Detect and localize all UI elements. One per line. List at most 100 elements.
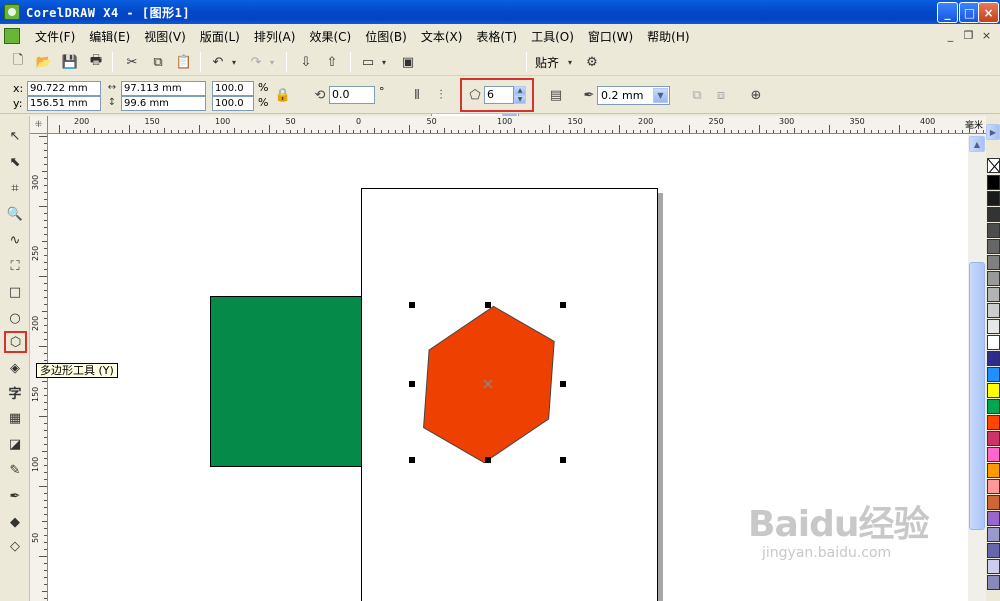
outline-width-combo[interactable]: 0.2 mm ▼ — [597, 86, 670, 105]
blend-tool-icon[interactable]: ◪ — [5, 434, 25, 454]
doc-minimize-button[interactable]: _ — [942, 27, 959, 43]
undo-dropdown-icon[interactable]: ▾ — [228, 52, 240, 72]
launcher-dropdown-icon[interactable]: ▾ — [378, 52, 390, 72]
welcome-screen-icon[interactable]: ▣ — [398, 52, 418, 72]
color-swatch[interactable] — [987, 255, 1000, 270]
outline-tool-icon[interactable]: ✒ — [5, 486, 25, 506]
selected-hexagon[interactable] — [403, 299, 573, 469]
menu-bitmaps[interactable]: 位图(B) — [358, 28, 414, 45]
color-swatch[interactable] — [987, 319, 1000, 334]
to-back-icon[interactable]: ⧈ — [712, 86, 730, 104]
cut-icon[interactable]: ✂ — [122, 52, 142, 72]
ellipse-tool-icon[interactable]: ○ — [5, 308, 25, 328]
scroll-thumb[interactable] — [969, 262, 985, 530]
menu-effects[interactable]: 效果(C) — [302, 28, 358, 45]
green-rectangle[interactable] — [210, 296, 362, 467]
color-swatch[interactable] — [987, 431, 1000, 446]
table-tool-icon[interactable]: ▦ — [5, 408, 25, 428]
ruler-origin-icon[interactable]: ⁜ — [30, 116, 48, 134]
menu-tools[interactable]: 工具(O) — [524, 28, 581, 45]
shape-tool-icon[interactable]: ⬉ — [5, 152, 25, 172]
menu-text[interactable]: 文本(X) — [414, 28, 470, 45]
color-swatch[interactable] — [987, 447, 1000, 462]
color-swatch[interactable] — [987, 559, 1000, 574]
color-swatch[interactable] — [987, 383, 1000, 398]
minimize-button[interactable]: _ — [937, 2, 958, 23]
new-icon[interactable]: 🗋 — [8, 52, 28, 72]
color-swatch[interactable] — [987, 271, 1000, 286]
crop-tool-icon[interactable]: ⌗ — [5, 178, 25, 198]
height-field[interactable]: 99.6 mm — [121, 96, 206, 111]
maximize-button[interactable]: □ — [959, 2, 980, 23]
freehand-tool-icon[interactable]: ∿ — [5, 230, 25, 250]
doc-close-button[interactable]: × — [978, 27, 995, 43]
snap-dropdown-icon[interactable]: ▾ — [564, 52, 576, 72]
close-button[interactable]: × — [978, 2, 999, 23]
interactive-fill-tool-icon[interactable]: ◇ — [5, 536, 25, 556]
mirror-horizontal-icon[interactable]: ⫴ — [408, 86, 426, 104]
color-swatch[interactable] — [987, 207, 1000, 222]
snap-to-label[interactable]: 贴齐 — [535, 54, 559, 71]
document-icon[interactable] — [4, 28, 20, 44]
color-swatch[interactable] — [987, 191, 1000, 206]
color-swatch[interactable] — [987, 511, 1000, 526]
color-swatch[interactable] — [987, 287, 1000, 302]
scale-y-field[interactable]: 100.0 — [212, 96, 254, 111]
fill-tool-icon[interactable]: ◆ — [5, 512, 25, 532]
undo-icon[interactable]: ↶ — [208, 52, 228, 72]
menu-layout[interactable]: 版面(L) — [193, 28, 247, 45]
menu-view[interactable]: 视图(V) — [137, 28, 193, 45]
doc-restore-button[interactable]: ❐ — [960, 27, 977, 43]
options-icon[interactable]: ⚙ — [582, 52, 602, 72]
scale-x-field[interactable]: 100.0 — [212, 81, 254, 96]
text-tool-icon[interactable]: 字 — [5, 382, 25, 402]
lock-ratio-icon[interactable]: 🔒 — [274, 86, 292, 104]
import-icon[interactable]: ⇩ — [296, 52, 316, 72]
chevron-down-icon[interactable]: ▼ — [653, 88, 668, 103]
application-launcher-icon[interactable]: ▭ — [358, 52, 378, 72]
color-swatch[interactable] — [987, 239, 1000, 254]
palette-scroll-icon[interactable]: ▶ — [986, 124, 1000, 140]
smart-fill-tool-icon[interactable]: ⛶ — [5, 256, 25, 276]
mirror-vertical-icon[interactable]: ⫶ — [432, 86, 450, 104]
scroll-up-button[interactable]: ▲ — [969, 136, 985, 152]
export-icon[interactable]: ⇧ — [322, 52, 342, 72]
menu-table[interactable]: 表格(T) — [469, 28, 524, 45]
color-swatch[interactable] — [987, 351, 1000, 366]
redo-dropdown-icon[interactable]: ▾ — [266, 52, 278, 72]
pick-tool-icon[interactable]: ↖ — [5, 126, 25, 146]
basic-shapes-tool-icon[interactable]: ◈ — [5, 358, 25, 378]
y-position-field[interactable]: 156.51 mm — [27, 96, 101, 111]
save-icon[interactable]: 💾 — [60, 52, 80, 72]
color-swatch[interactable] — [987, 399, 1000, 414]
vertical-scrollbar[interactable]: ▲ — [968, 134, 986, 601]
x-position-field[interactable]: 90.722 mm — [27, 81, 101, 96]
color-swatch[interactable] — [987, 335, 1000, 350]
rectangle-tool-icon[interactable]: □ — [5, 282, 25, 302]
menu-window[interactable]: 窗口(W) — [581, 28, 640, 45]
polygon-tool-icon[interactable]: ⬡ — [4, 331, 27, 353]
convert-to-curves-icon[interactable]: ⊕ — [747, 86, 765, 104]
horizontal-ruler[interactable]: 毫米 200 150 100 50 0 50 100 150 200 250 300 350 400 — [48, 116, 986, 134]
color-swatch[interactable] — [987, 527, 1000, 542]
copy-icon[interactable]: ⧉ — [148, 52, 168, 72]
eyedropper-tool-icon[interactable]: ✎ — [5, 460, 25, 480]
rotation-angle-field[interactable]: 0.0 — [329, 86, 375, 104]
to-front-icon[interactable]: ⧉ — [688, 86, 706, 104]
zoom-tool-icon[interactable]: 🔍 — [5, 204, 25, 224]
menu-file[interactable]: 文件(F) — [28, 28, 82, 45]
redo-icon[interactable]: ↷ — [246, 52, 266, 72]
menu-edit[interactable]: 编辑(E) — [82, 28, 137, 45]
menu-arrange[interactable]: 排列(A) — [247, 28, 303, 45]
color-swatch[interactable] — [987, 303, 1000, 318]
width-field[interactable]: 97.113 mm — [121, 81, 206, 96]
menu-help[interactable]: 帮助(H) — [640, 28, 696, 45]
color-swatch[interactable] — [987, 223, 1000, 238]
paste-icon[interactable]: 📋 — [174, 52, 194, 72]
no-color-swatch[interactable] — [987, 158, 1000, 173]
color-swatch[interactable] — [987, 367, 1000, 382]
open-icon[interactable]: 📂 — [34, 52, 54, 72]
wrap-text-icon[interactable]: ▤ — [547, 86, 565, 104]
color-swatch[interactable] — [987, 415, 1000, 430]
color-swatch[interactable] — [987, 543, 1000, 558]
